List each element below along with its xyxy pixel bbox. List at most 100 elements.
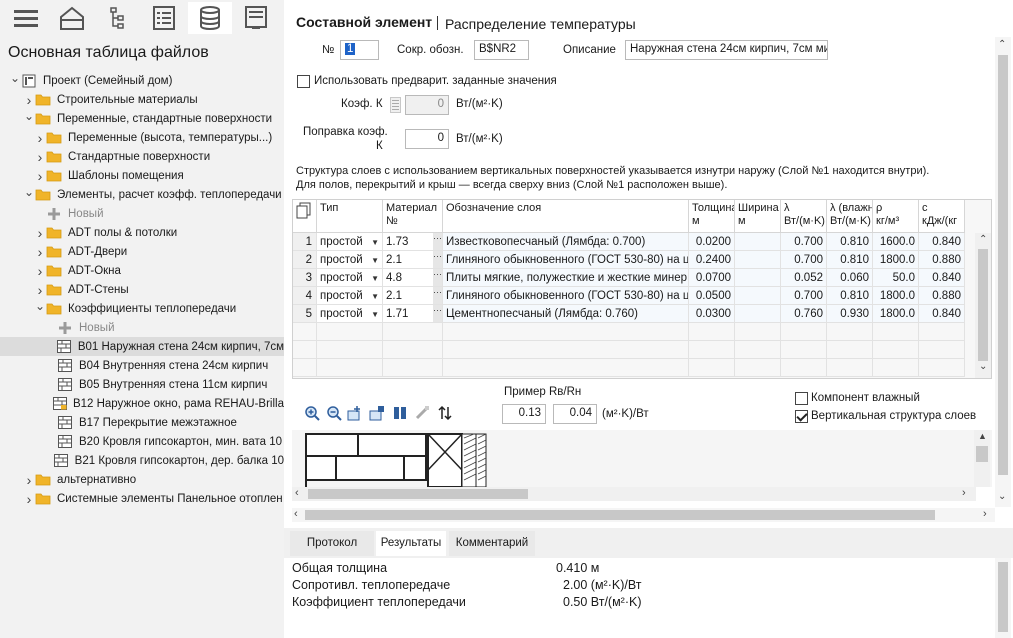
zoom-in-icon[interactable]	[304, 405, 320, 421]
table-scroll-up-icon[interactable]: ⌃	[979, 234, 987, 245]
tree-item[interactable]: B04 Внутренняя стена 24см кирпич	[0, 356, 284, 375]
table-cell[interactable]: простой ▼	[317, 269, 383, 287]
rn-field[interactable]: 0.04	[553, 404, 597, 424]
book-icon[interactable]	[392, 405, 408, 421]
use-predefined-checkbox[interactable]	[297, 75, 310, 88]
table-cell[interactable]: 0.810	[827, 287, 873, 305]
tree-item[interactable]: › Переменные (высота, температуры...)	[0, 128, 284, 147]
table-cell[interactable]: 4.8 ···	[383, 269, 443, 287]
table-cell[interactable]: 0.930	[827, 305, 873, 323]
monitor-icon[interactable]	[234, 2, 278, 34]
tree-item[interactable]: › ADT-Двери	[0, 242, 284, 261]
dropdown-arrow-icon[interactable]: ▼	[371, 290, 379, 304]
tree-item[interactable]: ⌄ Коэффициенты теплопередачи	[0, 299, 284, 318]
drawing-vscroll-thumb[interactable]	[976, 446, 988, 462]
expand-chevron-icon[interactable]: ›	[23, 90, 35, 109]
tree-item[interactable]: › ADT-Стены	[0, 280, 284, 299]
tree-item[interactable]: › альтернативно	[0, 470, 284, 489]
table-cell[interactable]: 2.1 ···	[383, 251, 443, 269]
tree-item[interactable]: Новый	[0, 204, 284, 223]
table-cell[interactable]: простой ▼	[317, 305, 383, 323]
tab-temperature-distribution[interactable]: Распределение температуры	[445, 16, 636, 32]
main-scroll-down-icon[interactable]: ⌄	[998, 491, 1006, 502]
browse-material-icon[interactable]: ···	[433, 305, 442, 322]
table-header-cell[interactable]: Толщина м	[689, 200, 735, 233]
table-header-cell[interactable]: c кДж/(кг	[919, 200, 965, 233]
table-cell[interactable]: 0.0200	[689, 233, 735, 251]
table-cell[interactable]: 0.700	[781, 233, 827, 251]
table-cell[interactable]: 1800.0	[873, 305, 919, 323]
tree-item[interactable]: B05 Внутренняя стена 11см кирпич	[0, 375, 284, 394]
tree-item[interactable]: › ADT полы & потолки	[0, 223, 284, 242]
table-vscroll-thumb[interactable]	[978, 249, 988, 361]
browse-material-icon[interactable]: ···	[433, 251, 442, 268]
browse-material-icon[interactable]: ···	[433, 233, 442, 250]
table-cell[interactable]: 4	[293, 287, 317, 305]
table-cell[interactable]: 0.0700	[689, 269, 735, 287]
table-cell[interactable]: 5	[293, 305, 317, 323]
table-cell[interactable]: 2	[293, 251, 317, 269]
table-cell[interactable]: 0.840	[919, 305, 965, 323]
structure-icon[interactable]	[96, 2, 140, 34]
zoom-out-icon[interactable]	[326, 405, 342, 421]
expand-chevron-icon[interactable]: ›	[34, 223, 46, 242]
results-vscrollbar[interactable]	[995, 558, 1011, 638]
tab-results[interactable]: Результаты	[376, 531, 446, 556]
table-cell[interactable]: 0.880	[919, 287, 965, 305]
expand-chevron-icon[interactable]: ›	[34, 280, 46, 299]
main-hscrollbar[interactable]: ‹ ›	[292, 508, 995, 522]
table-header-cell[interactable]: Материал №	[383, 200, 443, 233]
tree-item[interactable]: B01 Наружная стена 24см кирпич, 7см	[0, 337, 284, 356]
abbr-field[interactable]: B$NR2	[474, 40, 529, 60]
dropdown-arrow-icon[interactable]: ▼	[371, 236, 379, 250]
expand-chevron-icon[interactable]: ›	[34, 261, 46, 280]
insert-layer-alt-icon[interactable]	[369, 405, 385, 421]
drawing-hscroll-thumb[interactable]	[308, 489, 528, 499]
dropdown-arrow-icon[interactable]: ▼	[371, 254, 379, 268]
table-cell[interactable]: 0.060	[827, 269, 873, 287]
tree-item[interactable]: ⌄ Переменные, стандартные поверхности	[0, 109, 284, 128]
tree-item[interactable]: B20 Кровля гипсокартон, мин. вата 10	[0, 432, 284, 451]
menu-icon[interactable]	[4, 2, 48, 34]
tree-item[interactable]: B17 Перекрытие межэтажное	[0, 413, 284, 432]
table-cell[interactable]: 50.0	[873, 269, 919, 287]
coef-k-field[interactable]: 0	[405, 95, 449, 115]
table-header-cell[interactable]: Обозначение слоя	[443, 200, 689, 233]
table-header-cell[interactable]: λ (влажн Вт/(м·K)	[827, 200, 873, 233]
collapse-chevron-icon[interactable]: ⌄	[23, 185, 35, 201]
tree-item[interactable]: › ADT-Окна	[0, 261, 284, 280]
main-scroll-left-icon[interactable]: ‹	[294, 508, 298, 520]
moist-component-checkbox[interactable]	[795, 392, 808, 405]
tab-protocol[interactable]: Протокол	[290, 531, 374, 556]
scroll-right-icon[interactable]: ›	[962, 487, 966, 499]
table-cell[interactable]: 0.840	[919, 233, 965, 251]
tab-comment[interactable]: Комментарий	[449, 531, 535, 556]
scroll-left-icon[interactable]: ‹	[295, 487, 299, 499]
table-cell[interactable]: 0.0500	[689, 287, 735, 305]
table-cell[interactable]: 0.810	[827, 233, 873, 251]
tree-item[interactable]: › Шаблоны помещения	[0, 166, 284, 185]
table-cell[interactable]	[735, 269, 781, 287]
browse-material-icon[interactable]: ···	[433, 287, 442, 304]
table-scroll-down-icon[interactable]: ⌄	[979, 361, 987, 372]
table-cell[interactable]: 0.700	[781, 287, 827, 305]
table-cell[interactable]: Известковопесчаный (Лямбда: 0.700)	[443, 233, 689, 251]
table-cell[interactable]: простой ▼	[317, 251, 383, 269]
table-cell[interactable]: 0.700	[781, 251, 827, 269]
table-cell[interactable]: 1600.0	[873, 233, 919, 251]
brush-icon[interactable]	[414, 405, 430, 421]
expand-chevron-icon[interactable]: ›	[34, 147, 46, 166]
scroll-up-icon[interactable]: ▲	[978, 431, 987, 441]
table-cell[interactable]: 0.2400	[689, 251, 735, 269]
number-field[interactable]: 1	[340, 40, 379, 60]
table-cell[interactable]: 1.73 ···	[383, 233, 443, 251]
table-cell[interactable]: 1.71 ···	[383, 305, 443, 323]
table-cell[interactable]: 1	[293, 233, 317, 251]
table-header-cell[interactable]: Тип	[317, 200, 383, 233]
table-cell[interactable]: Плиты мягкие, полужесткие и жесткие мине…	[443, 269, 689, 287]
table-header-cell[interactable]: ρ кг/м³	[873, 200, 919, 233]
tree-item[interactable]: Новый	[0, 318, 284, 337]
insert-layer-icon[interactable]	[347, 405, 363, 421]
table-cell[interactable]: простой ▼	[317, 233, 383, 251]
drawing-hscrollbar[interactable]: ‹ ›	[292, 487, 976, 501]
